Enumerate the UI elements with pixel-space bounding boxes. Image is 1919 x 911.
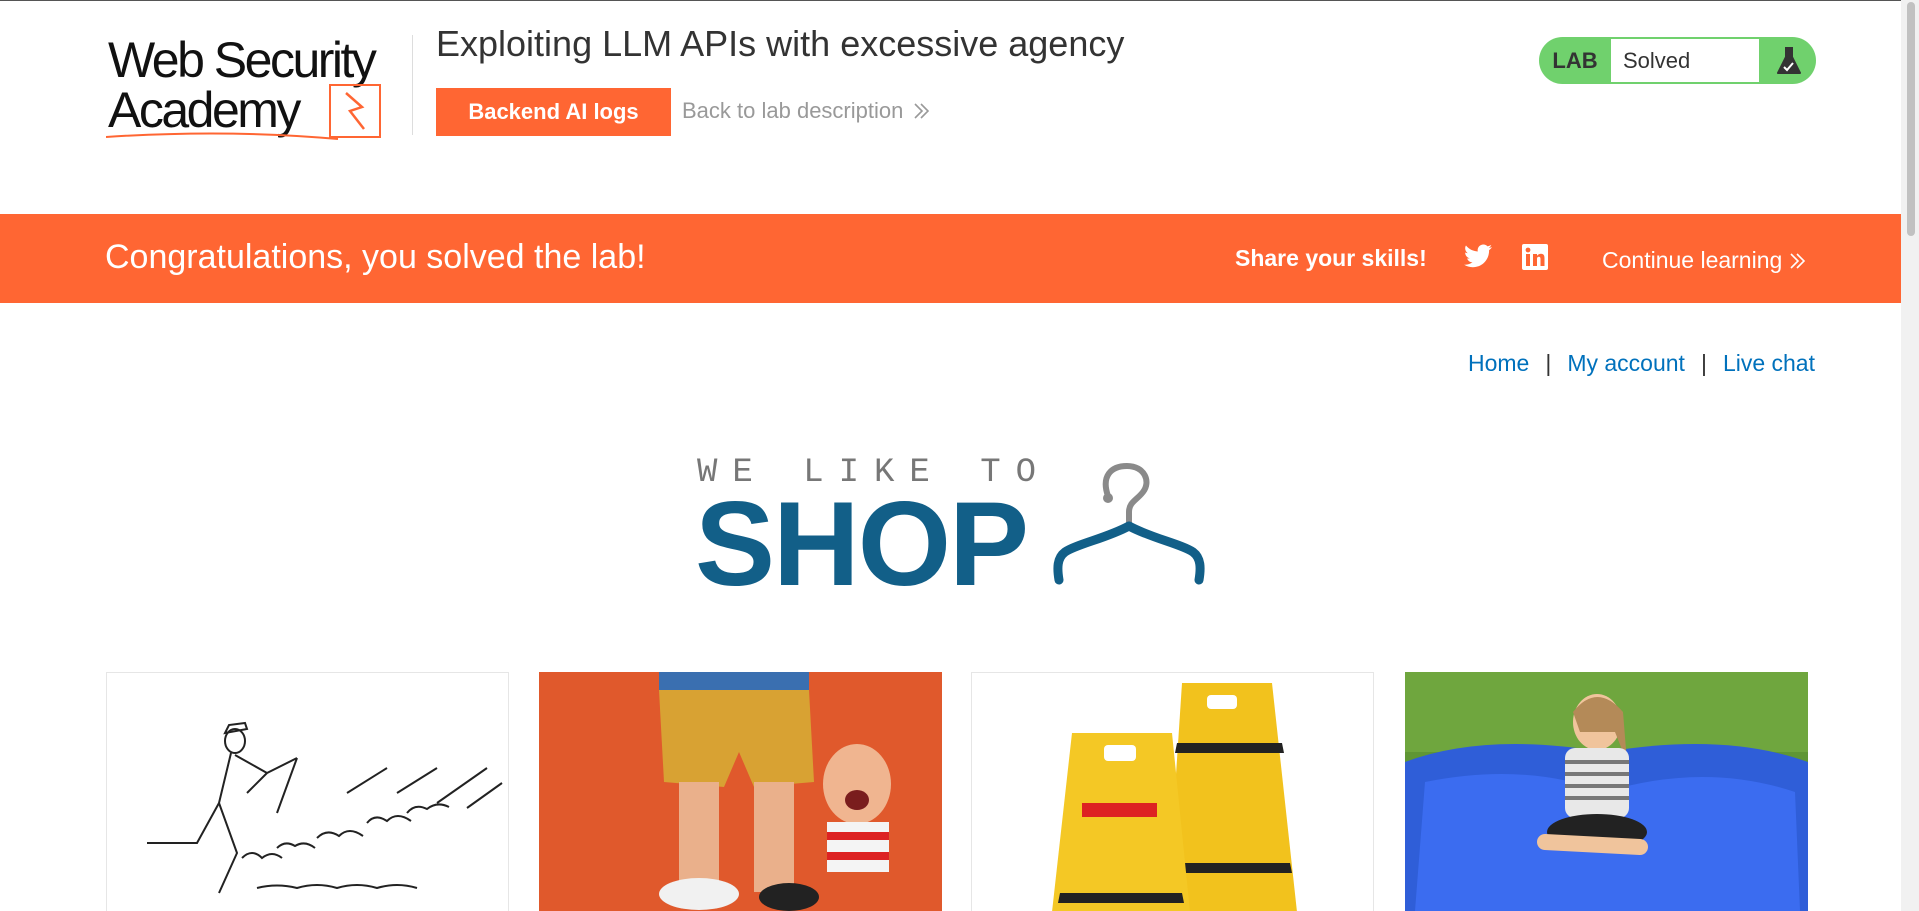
- shop-word: SHOP: [695, 477, 1029, 611]
- continue-learning-link[interactable]: Continue learning: [1602, 247, 1806, 274]
- nav-separator: |: [1700, 350, 1707, 376]
- scrollbar-thumb[interactable]: [1907, 2, 1915, 236]
- lab-badge-label: LAB: [1552, 47, 1598, 73]
- linkedin-icon[interactable]: [1522, 244, 1548, 275]
- product-card[interactable]: [971, 672, 1374, 911]
- twitter-icon[interactable]: [1464, 244, 1492, 273]
- share-skills-label: Share your skills!: [1235, 245, 1427, 271]
- hanger-icon: [1053, 462, 1205, 585]
- nav-my-account-link[interactable]: My account: [1567, 350, 1685, 377]
- lab-title: Exploiting LLM APIs with excessive agenc…: [436, 23, 1125, 64]
- shop-logo: WE LIKE TO SHOP: [695, 446, 1225, 606]
- lab-header: Web Security Academy Exploiting LLM APIs…: [0, 1, 1901, 214]
- running-man-sketch-image: [147, 721, 503, 894]
- continue-learning-label: Continue learning: [1602, 247, 1783, 273]
- product-card[interactable]: [539, 672, 942, 911]
- solved-banner: Congratulations, you solved the lab! Sha…: [0, 214, 1901, 303]
- flask-icon: [1761, 37, 1816, 84]
- caution-signs-image: [1052, 683, 1297, 911]
- site-nav: Home | My account | Live chat: [1468, 350, 1815, 377]
- girl-on-beanbag-image: [1405, 672, 1808, 911]
- logo-mark-icon: [106, 84, 381, 140]
- nav-live-chat-link[interactable]: Live chat: [1723, 350, 1815, 377]
- nav-home-link[interactable]: Home: [1468, 350, 1529, 377]
- page-scrollbar[interactable]: [1901, 0, 1919, 911]
- header-divider: [412, 35, 413, 135]
- lab-status-text: Solved: [1611, 39, 1759, 82]
- academy-logo[interactable]: Web Security Academy: [106, 33, 406, 143]
- double-chevron-right-icon: [1790, 252, 1806, 269]
- product-card[interactable]: [1405, 672, 1808, 911]
- back-to-lab-link[interactable]: Back to lab description: [682, 98, 931, 124]
- double-chevron-right-icon: [914, 103, 930, 119]
- nav-separator: |: [1545, 350, 1552, 376]
- back-link-label: Back to lab description: [682, 98, 904, 123]
- backend-ai-logs-button[interactable]: Backend AI logs: [436, 88, 671, 136]
- product-card[interactable]: [106, 672, 509, 911]
- figurine-child-leg-image: [539, 672, 942, 911]
- congrats-message: Congratulations, you solved the lab!: [105, 238, 646, 276]
- lab-status-badge: LAB Solved: [1539, 37, 1816, 84]
